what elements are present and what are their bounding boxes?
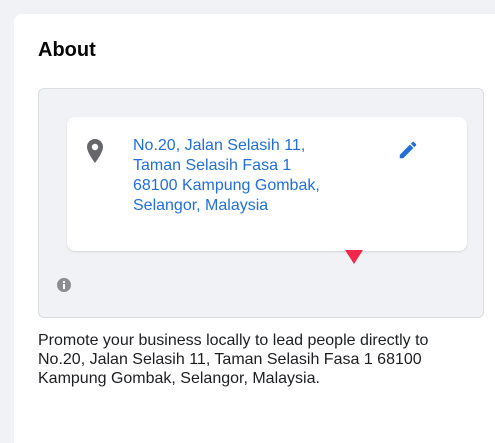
promo-text: Promote your business locally to lead pe… (38, 332, 429, 387)
address-line-3: 68100 Kampung Gombak, (133, 177, 320, 194)
about-title: About (38, 39, 96, 61)
address-line-1: No.20, Jalan Selasih 11, (133, 137, 306, 154)
address-line-2: Taman Selasih Fasa 1 (133, 157, 292, 174)
info-icon[interactable] (57, 278, 71, 292)
address-popup: No.20, Jalan Selasih 11, Taman Selasih F… (67, 117, 467, 251)
about-card: About No.20, Jalan Selasih 11, Taman Sel… (14, 14, 495, 443)
location-pin-icon (87, 139, 103, 163)
map-panel[interactable]: No.20, Jalan Selasih 11, Taman Selasih F… (38, 88, 484, 318)
address-link[interactable]: No.20, Jalan Selasih 11, Taman Selasih F… (133, 136, 383, 216)
pencil-icon[interactable] (397, 139, 419, 161)
map-marker-icon (345, 250, 363, 264)
address-line-4: Selangor, Malaysia (133, 197, 269, 214)
